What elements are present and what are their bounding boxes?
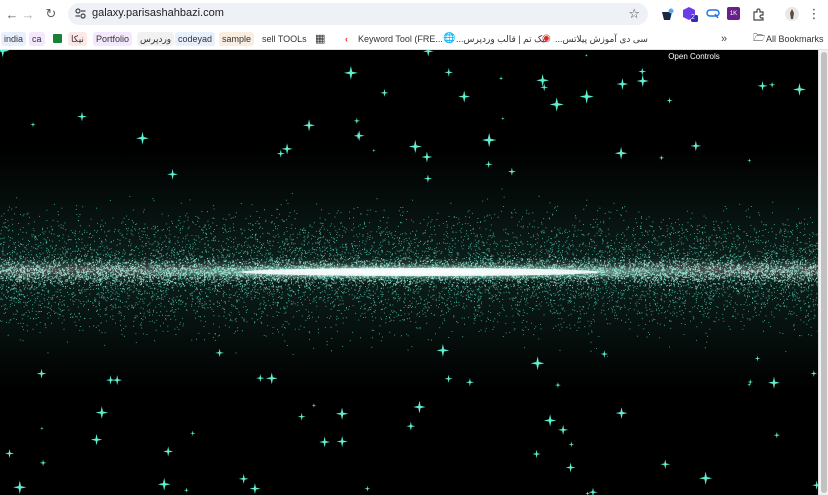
sparkle-star	[0, 50, 10, 58]
sparkle-star	[40, 426, 44, 431]
sparkle-star	[157, 477, 171, 491]
extension-1k-icon[interactable]: 1K	[727, 7, 740, 20]
sparkle-star	[311, 403, 317, 408]
sparkle-star	[183, 487, 190, 493]
sparkle-star	[585, 491, 590, 495]
sparkle-star	[319, 436, 331, 448]
sparkle-star	[354, 132, 362, 140]
sparkle-star	[666, 97, 673, 104]
sparkle-star	[793, 83, 806, 96]
sparkle-star	[501, 116, 505, 121]
sparkle-star	[557, 424, 569, 436]
sparkle-star	[699, 471, 713, 485]
sparkle-star	[444, 67, 454, 77]
sparkle-star	[540, 83, 549, 92]
sparkle-star	[690, 140, 702, 152]
galaxy-canvas[interactable]	[0, 50, 818, 495]
bookmark-nika[interactable]: نیکا	[68, 32, 87, 46]
sparkle-star	[549, 97, 564, 112]
sparkle-star	[458, 90, 471, 103]
sparkle-star	[406, 421, 416, 431]
bookmark-india[interactable]: india	[1, 32, 27, 46]
sparkle-star	[30, 121, 36, 128]
scrollbar-thumb[interactable]	[821, 52, 827, 493]
sparkle-star	[565, 462, 576, 473]
sparkle-star	[423, 50, 434, 57]
browser-toolbar: ← → ↻ galaxy.parisashahbazi.com ☆ 2 1K ⋮	[0, 0, 828, 28]
sparkle-star	[135, 131, 149, 145]
sparkle-star	[336, 435, 348, 448]
sparkle-star	[303, 119, 316, 132]
extension-bucket-icon[interactable]	[659, 6, 675, 22]
profile-avatar[interactable]	[784, 6, 800, 22]
sparkle-star	[615, 407, 628, 419]
sparkle-star	[660, 459, 671, 470]
sparkle-star	[364, 485, 371, 492]
sparkle-star	[536, 73, 549, 87]
sparkle-star	[498, 76, 504, 81]
bookmark-wordpress[interactable]: وردپرس	[137, 32, 175, 46]
sparkle-star	[335, 407, 349, 421]
open-controls-button[interactable]: Open Controls	[664, 50, 724, 64]
more-bookmarks-chevron-icon[interactable]: »	[718, 32, 730, 46]
all-bookmarks-link[interactable]: All Bookmarks	[763, 32, 827, 46]
sparkle-star	[163, 446, 174, 457]
sparkle-star	[190, 430, 196, 436]
sparkle-star	[238, 473, 249, 484]
reload-icon[interactable]: ↻	[41, 4, 61, 24]
sparkle-star	[413, 400, 426, 414]
sparkle-star	[579, 89, 594, 104]
sparkle-star	[568, 441, 575, 448]
galaxy-core	[240, 268, 600, 276]
extension-badge: 2	[691, 14, 695, 21]
bookmark-ca[interactable]: ca	[29, 32, 45, 46]
sparkle-star	[39, 459, 47, 467]
forward-icon[interactable]: →	[18, 4, 38, 24]
sparkle-star	[773, 431, 781, 439]
address-bar[interactable]: galaxy.parisashahbazi.com ☆	[68, 3, 648, 25]
sparkle-star	[4, 448, 15, 458]
sparkle-star	[297, 412, 306, 421]
sparkle-star	[95, 406, 109, 419]
bookmark-keyword-tool[interactable]: Keyword Tool (FRE...	[355, 32, 446, 46]
url-text[interactable]: galaxy.parisashahbazi.com	[92, 7, 224, 19]
galaxy-viewport[interactable]: Open Controls	[0, 50, 828, 495]
extension-link-icon[interactable]	[705, 6, 721, 22]
bookmark-codeyad[interactable]: codeyad	[175, 32, 216, 46]
apps-grid-icon[interactable]: ▦	[312, 32, 328, 46]
bookmarks-bar: india ca نیکا Portfolio وردپرس codeyad s…	[0, 28, 828, 50]
keyword-tool-logo-icon: ‹	[345, 34, 348, 44]
sparkle-star	[584, 53, 589, 58]
sparkle-star	[380, 88, 389, 97]
sparkle-star	[638, 67, 647, 76]
sparkle-star	[13, 480, 27, 494]
sparkle-star	[353, 117, 361, 125]
sparkle-star	[77, 111, 87, 122]
extensions-puzzle-icon[interactable]	[750, 6, 766, 22]
sparkle-star	[588, 487, 598, 495]
bookmark-sample[interactable]: sample	[219, 32, 255, 46]
menu-dots-icon[interactable]: ⋮	[806, 6, 822, 22]
bookmark-pilates[interactable]: سی دی آموزش پیلاتس...	[552, 32, 651, 46]
extension-hex-icon[interactable]: 2	[682, 6, 698, 22]
sparkle-star	[757, 80, 768, 91]
bookmark-star-icon[interactable]: ☆	[628, 6, 640, 22]
bookmark-portfolio[interactable]: Portfolio	[93, 32, 133, 46]
sparkle-star	[636, 74, 649, 88]
bookmark-tiktam[interactable]: تیک تم | قالب وردپرس...	[453, 32, 550, 46]
sparkle-star	[543, 414, 557, 427]
sparkle-star	[90, 433, 103, 446]
sparkle-star	[532, 449, 541, 459]
sparkle-star	[616, 78, 629, 90]
sparkle-star	[249, 483, 261, 495]
sparkle-star	[768, 81, 776, 89]
bookmark-green-icon[interactable]	[53, 34, 62, 43]
scrollbar[interactable]	[818, 50, 828, 495]
site-settings-icon[interactable]	[75, 8, 86, 19]
sparkle-star	[481, 132, 497, 148]
sparkle-star	[343, 65, 358, 80]
bookmark-sell-tools[interactable]: sell TOOLs	[259, 32, 310, 46]
